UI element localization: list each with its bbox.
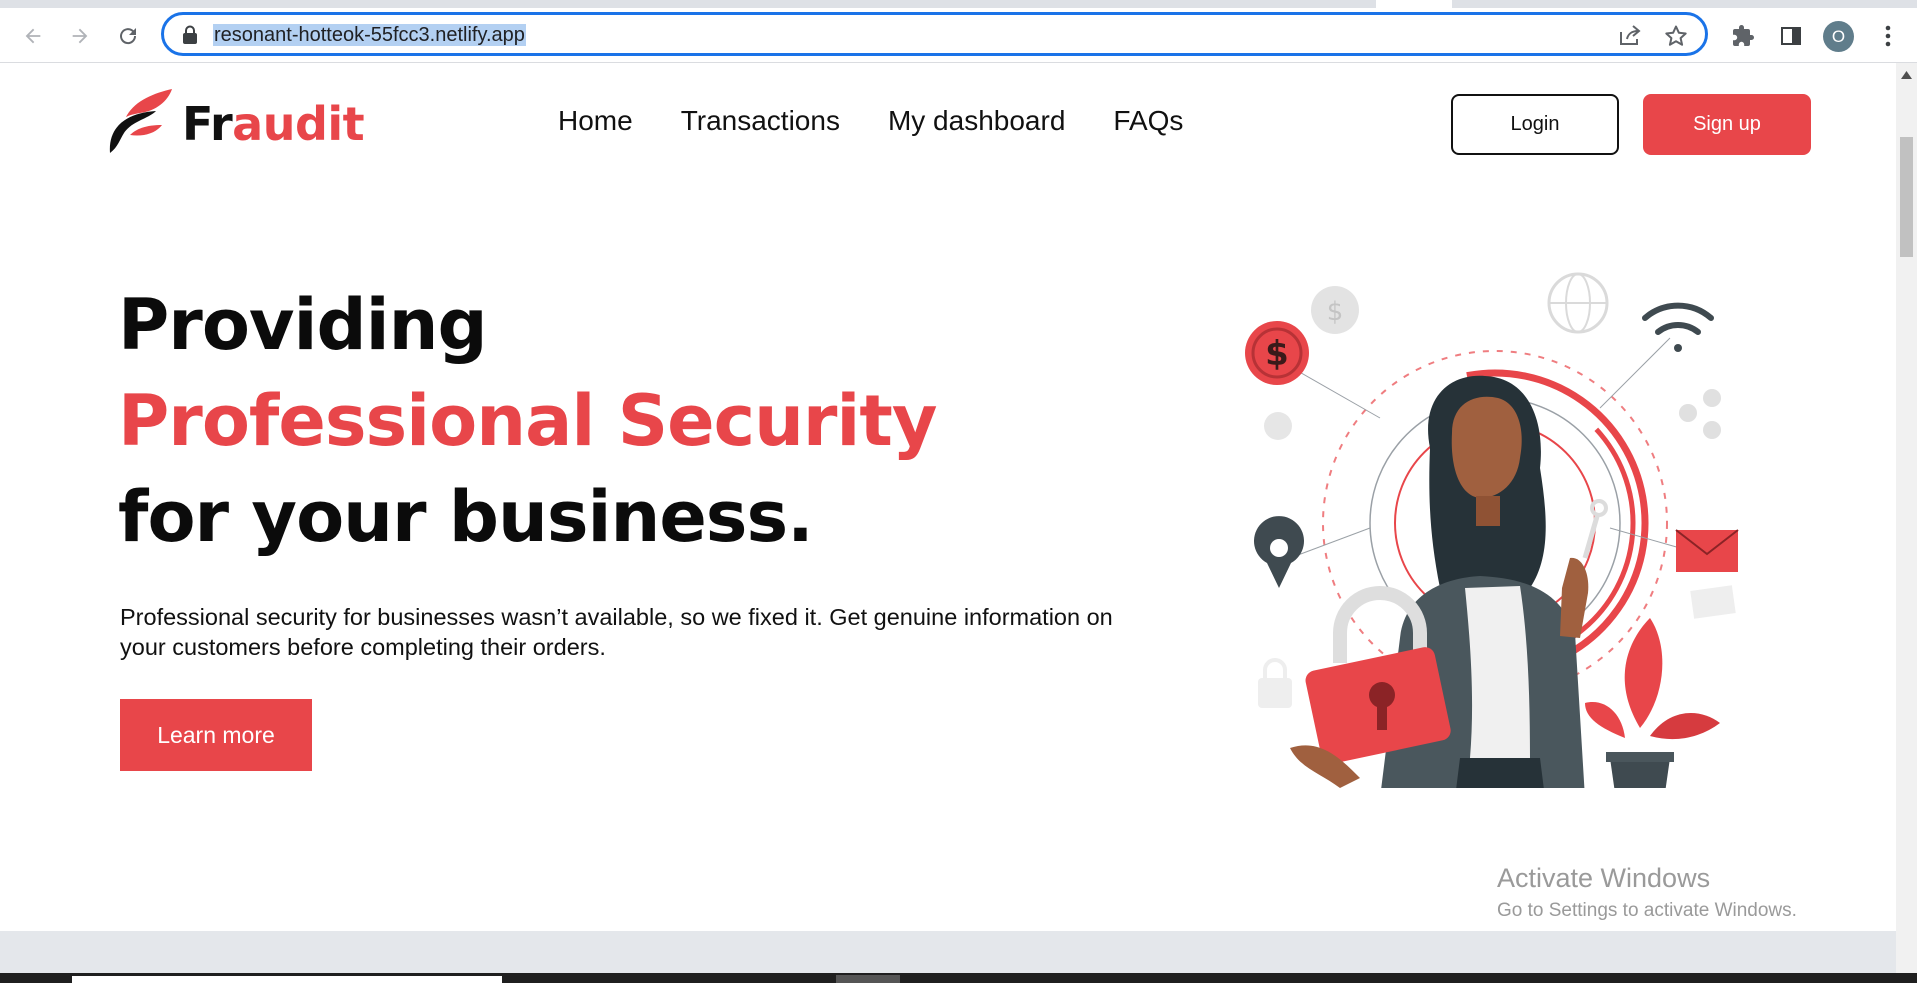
- taskbar-item[interactable]: [836, 975, 900, 983]
- forward-button[interactable]: [65, 21, 95, 51]
- os-taskbar: [0, 973, 1917, 983]
- reload-button[interactable]: [113, 21, 143, 51]
- login-button[interactable]: Login: [1451, 94, 1619, 155]
- forward-icon: [72, 28, 88, 44]
- active-tab[interactable]: [1376, 0, 1452, 8]
- kebab-menu-icon: [1885, 25, 1891, 47]
- extensions-icon: [1733, 25, 1754, 46]
- dollar-coin-icon: $: [1245, 321, 1309, 385]
- reload-icon: [120, 28, 137, 45]
- hero-line-1: Providing: [118, 284, 488, 366]
- back-button[interactable]: [18, 21, 48, 51]
- wifi-icon: [1642, 302, 1714, 352]
- url-text[interactable]: resonant-hotteok-55fcc3.netlify.app: [213, 24, 526, 46]
- side-panel-button[interactable]: [1775, 20, 1807, 52]
- learn-more-button[interactable]: Learn more: [120, 699, 312, 771]
- extensions-button[interactable]: [1727, 20, 1759, 52]
- globe-icon: [1547, 272, 1609, 334]
- signup-button[interactable]: Sign up: [1643, 94, 1811, 155]
- share-network-icon: [1679, 389, 1721, 439]
- envelope-icon: [1675, 529, 1739, 572]
- brand-name: Fraudit: [182, 97, 365, 151]
- windows-activation-watermark: Activate Windows Go to Settings to activ…: [1497, 863, 1797, 922]
- location-pin-icon: [1254, 516, 1304, 588]
- back-icon: [25, 28, 41, 44]
- taskbar-item[interactable]: [72, 976, 502, 983]
- logo-mark-icon: [109, 89, 172, 153]
- lock-icon[interactable]: [182, 25, 198, 45]
- hero-heading: Providing Professional Security for your…: [118, 277, 938, 565]
- main-nav: Home Transactions My dashboard FAQs: [558, 105, 1231, 137]
- next-section-edge: [0, 931, 1896, 973]
- nav-link-my-dashboard[interactable]: My dashboard: [888, 105, 1065, 137]
- woman-figure: [1290, 375, 1608, 788]
- plant-icon: [1585, 618, 1720, 788]
- svg-text:$: $: [1265, 334, 1289, 374]
- address-bar[interactable]: resonant-hotteok-55fcc3.netlify.app: [161, 12, 1708, 56]
- nav-link-transactions[interactable]: Transactions: [681, 105, 840, 137]
- security-illustration: $ $: [1245, 272, 1739, 788]
- brand-logo[interactable]: Fraudit: [104, 87, 365, 157]
- scroll-up-icon[interactable]: [1901, 71, 1912, 79]
- hero-line-3: for your business.: [118, 476, 814, 558]
- scrollbar-thumb[interactable]: [1900, 137, 1913, 257]
- svg-text:$: $: [1327, 297, 1344, 327]
- watermark-subtitle: Go to Settings to activate Windows.: [1497, 900, 1797, 921]
- brand-suffix: audit: [232, 97, 365, 151]
- nav-link-home[interactable]: Home: [558, 105, 633, 137]
- browser-menu-button[interactable]: [1872, 20, 1904, 52]
- webpage: Fraudit Home Transactions My dashboard F…: [0, 63, 1896, 931]
- tab-strip: [0, 0, 1917, 8]
- hero-line-2: Professional Security: [118, 380, 938, 462]
- brand-prefix: Fr: [182, 97, 233, 151]
- watermark-title: Activate Windows: [1497, 863, 1711, 893]
- browser-toolbar: resonant-hotteok-55fcc3.netlify.app O: [0, 8, 1917, 63]
- side-panel-icon: [1781, 27, 1801, 45]
- nav-link-faqs[interactable]: FAQs: [1113, 105, 1183, 137]
- profile-avatar[interactable]: O: [1823, 21, 1854, 52]
- star-icon[interactable]: [1664, 24, 1688, 48]
- share-icon[interactable]: [1618, 24, 1642, 46]
- hero-description: Professional security for businesses was…: [120, 604, 1113, 660]
- page-scrollbar[interactable]: [1896, 63, 1917, 973]
